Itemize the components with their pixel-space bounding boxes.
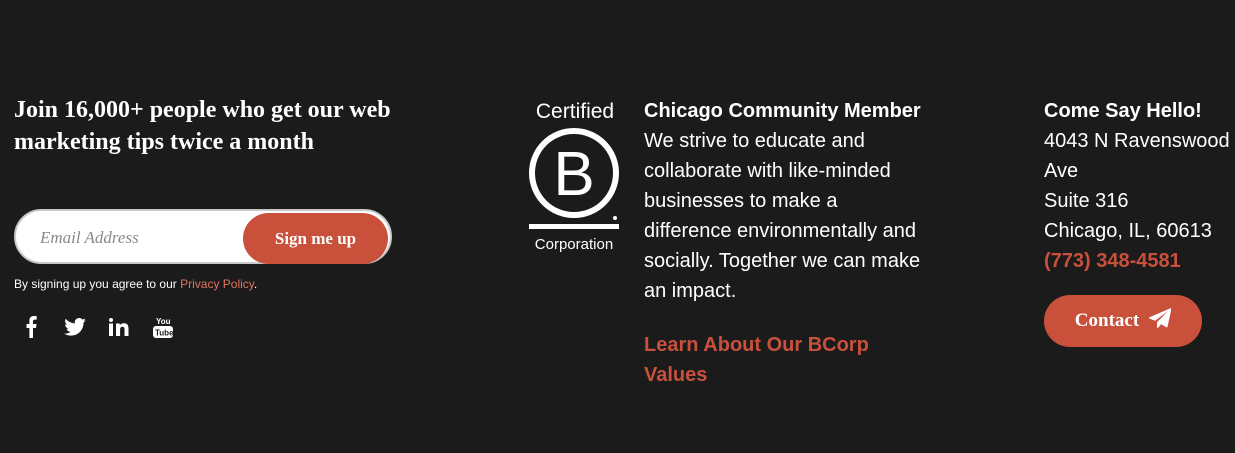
youtube-icon[interactable]: You Tube — [152, 316, 174, 338]
contact-button-label: Contact — [1074, 310, 1140, 331]
contact-section: Come Say Hello! 4043 N Ravenswood Ave Su… — [1044, 96, 1234, 347]
linkedin-icon[interactable] — [108, 316, 130, 338]
facebook-icon[interactable] — [20, 316, 42, 338]
contact-title: Come Say Hello! — [1044, 100, 1202, 122]
disclaimer-text: By signing up you agree to our — [14, 277, 181, 291]
bcorp-title: Chicago Community Member — [644, 100, 921, 122]
paper-plane-icon — [1149, 308, 1172, 334]
address-line-2: Suite 316 — [1044, 190, 1129, 212]
bcorp-logo-letter: B — [553, 140, 594, 209]
newsletter-form: Sign me up — [14, 209, 392, 264]
newsletter-section: Join 16,000+ people who get our web mark… — [14, 94, 414, 338]
bcorp-description: We strive to educate and collaborate wit… — [644, 130, 921, 302]
svg-text:Tube: Tube — [155, 329, 173, 338]
sign-me-up-button[interactable]: Sign me up — [243, 213, 388, 264]
email-input[interactable] — [38, 223, 242, 253]
twitter-icon[interactable] — [64, 316, 86, 338]
bcorp-section: Chicago Community Member We strive to ed… — [644, 96, 924, 390]
bcorp-logo-corporation: Corporation — [535, 236, 613, 253]
social-links: You Tube — [20, 316, 174, 338]
signup-disclaimer: By signing up you agree to our Privacy P… — [14, 277, 257, 291]
phone-link[interactable]: (773) 348-4581 — [1044, 246, 1234, 276]
address-line-3: Chicago, IL, 60613 — [1044, 220, 1212, 242]
bcorp-logo: Certified B Corporation — [528, 98, 623, 259]
newsletter-headline: Join 16,000+ people who get our web mark… — [14, 97, 391, 155]
privacy-policy-link[interactable]: Privacy Policy — [180, 277, 254, 291]
bcorp-values-link[interactable]: Learn About Our BCorp Values — [644, 330, 924, 390]
disclaimer-suffix: . — [253, 277, 258, 291]
contact-button[interactable]: Contact — [1044, 295, 1202, 347]
bcorp-logo-certified: Certified — [536, 100, 614, 123]
address-line-1: 4043 N Ravenswood Ave — [1044, 130, 1230, 182]
svg-text:You: You — [156, 317, 171, 326]
